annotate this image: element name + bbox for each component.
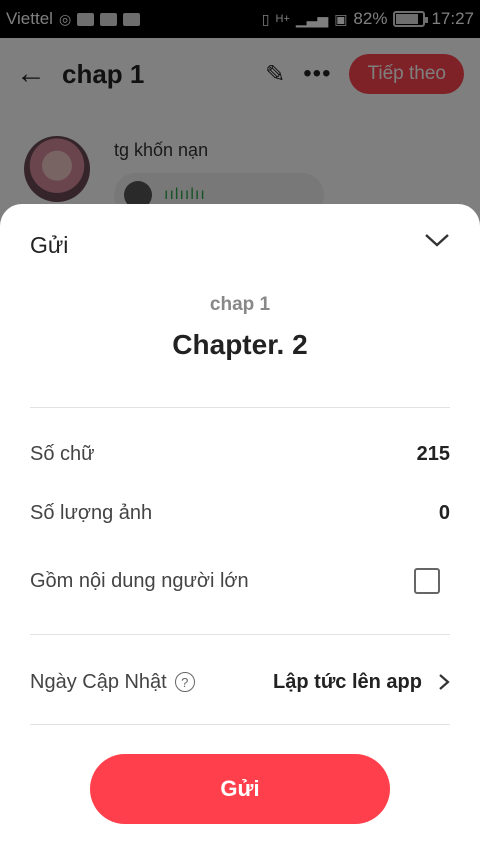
chapter-name: chap 1 [209,294,271,315]
chapter-heading: Chapter. 2 [172,329,308,360]
divider [30,407,450,408]
sheet-title: Gửi [30,232,69,258]
word-count-value: 215 [416,442,450,465]
image-count-row: Số lượng ảnh 0 [30,500,450,526]
divider [30,634,450,635]
adult-content-label: Gồm nội dung người lớn [30,569,249,592]
word-count-row: Số chữ 215 [30,441,450,467]
adult-content-row: Gồm nội dung người lớn [30,566,450,596]
image-count-value: 0 [438,501,450,524]
word-count-label: Số chữ [30,442,95,465]
divider [30,724,450,725]
adult-content-checkbox[interactable] [414,568,440,594]
update-date-label: Ngày Cập Nhật [30,670,167,693]
submit-button[interactable]: Gửi [90,754,390,824]
help-icon[interactable]: ? [174,672,195,692]
image-count-label: Số lượng ảnh [30,501,153,524]
chevron-down-icon[interactable] [424,230,450,250]
chevron-right-icon [439,674,450,690]
publish-sheet: Gửi chap 1 Chapter. 2 Số chữ 215 Số lượn… [0,204,480,854]
update-date-value: Lập tức lên app [273,670,422,693]
update-date-row[interactable]: Ngày Cập Nhật ? Lập tức lên app [30,668,450,696]
